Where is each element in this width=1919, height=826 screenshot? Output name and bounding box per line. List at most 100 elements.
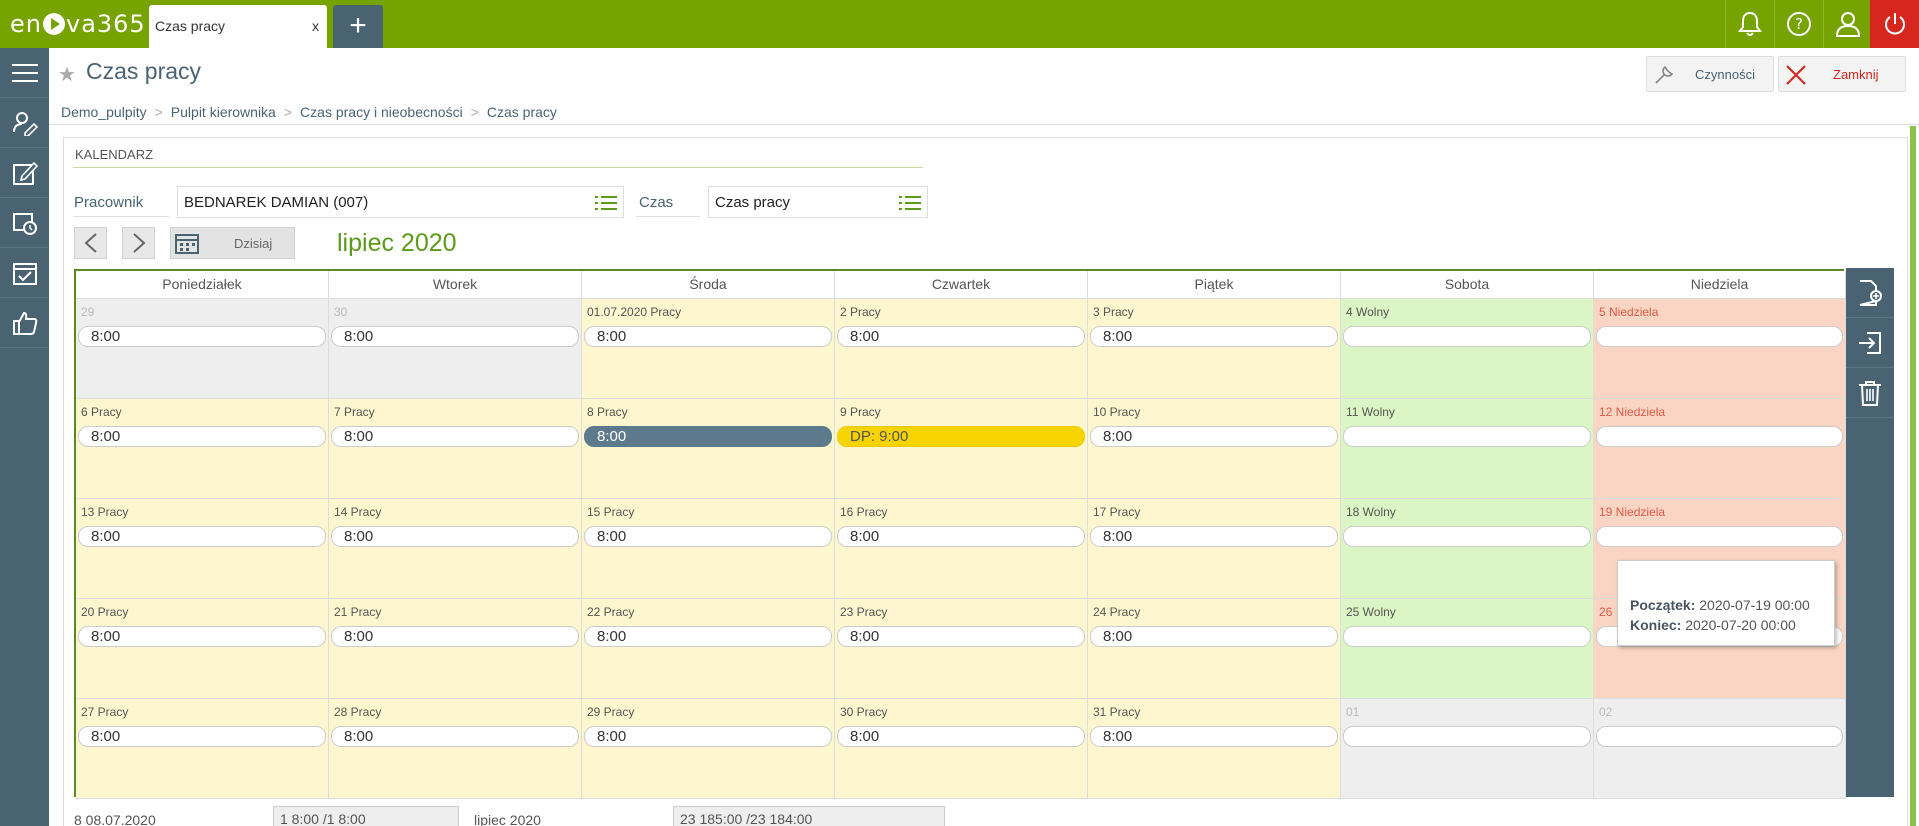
day-hours-pill[interactable]: 8:00 (584, 626, 832, 647)
calendar-day-cell[interactable]: 5 Niedziela (1594, 299, 1846, 399)
day-hours-pill[interactable]: 8:00 (837, 626, 1085, 647)
calendar-day-cell[interactable]: 15 Pracy 8:00 (582, 499, 835, 599)
calendar-check-icon[interactable] (0, 248, 49, 298)
calendar-day-cell[interactable]: 29 Pracy 8:00 (582, 699, 835, 799)
calendar-day-cell[interactable]: 28 Pracy 8:00 (329, 699, 582, 799)
tab-czas-pracy[interactable]: Czas pracy x (149, 5, 327, 48)
add-tab-button[interactable]: + (333, 5, 383, 48)
day-hours-pill[interactable] (1343, 726, 1591, 747)
calendar-day-cell[interactable]: 4 Wolny (1341, 299, 1594, 399)
user-edit-icon[interactable] (0, 98, 49, 148)
actions-button[interactable]: Czynności (1646, 56, 1774, 92)
vertical-scrollbar[interactable] (1910, 126, 1916, 826)
edit-icon[interactable] (0, 148, 49, 198)
calendar-day-cell[interactable]: 10 Pracy 8:00 (1088, 399, 1341, 499)
day-hours-pill[interactable]: 8:00 (1090, 526, 1338, 547)
calendar-day-cell[interactable]: 17 Pracy 8:00 (1088, 499, 1341, 599)
day-hours-pill[interactable] (1596, 326, 1843, 347)
day-hours-pill[interactable]: 8:00 (331, 526, 579, 547)
calendar-day-cell[interactable]: 12 Niedziela (1594, 399, 1846, 499)
menu-icon[interactable] (0, 48, 49, 98)
add-document-icon[interactable] (1846, 268, 1894, 318)
employee-field[interactable]: BEDNAREK DAMIAN (007) (177, 186, 624, 218)
day-hours-pill[interactable] (1343, 326, 1591, 347)
day-hours-pill[interactable]: 8:00 (78, 526, 326, 547)
day-hours-pill[interactable]: 8:00 (584, 526, 832, 547)
calendar-day-cell[interactable]: 2 Pracy 8:00 (835, 299, 1088, 399)
time-type-field[interactable]: Czas pracy (708, 186, 928, 218)
login-icon[interactable] (1846, 318, 1894, 368)
day-hours-pill[interactable]: 8:00 (331, 726, 579, 747)
trash-icon[interactable] (1846, 368, 1894, 418)
day-hours-pill[interactable]: 8:00 (78, 726, 326, 747)
calendar-day-cell[interactable]: 22 Pracy 8:00 (582, 599, 835, 699)
calendar-day-cell[interactable]: 20 Pracy 8:00 (76, 599, 329, 699)
power-icon[interactable] (1870, 0, 1919, 48)
calendar-day-cell[interactable]: 30 Pracy 8:00 (835, 699, 1088, 799)
calendar-day-cell[interactable]: 16 Pracy 8:00 (835, 499, 1088, 599)
day-hours-pill[interactable]: 8:00 (1090, 726, 1338, 747)
breadcrumb-item-czas-pracy-nieobecnosci[interactable]: Czas pracy i nieobecności (300, 104, 463, 120)
breadcrumb-item-czas-pracy[interactable]: Czas pracy (487, 104, 557, 120)
previous-month-button[interactable] (74, 227, 107, 259)
calendar-day-cell[interactable]: 25 Wolny (1341, 599, 1594, 699)
calendar-day-cell[interactable]: 9 Pracy DP: 9:00 (835, 399, 1088, 499)
day-hours-pill[interactable]: 8:00 (331, 626, 579, 647)
day-hours-pill[interactable]: 8:00 (1090, 326, 1338, 347)
day-hours-pill[interactable]: 8:00 (584, 726, 832, 747)
calendar-day-cell[interactable]: 29 8:00 (76, 299, 329, 399)
day-hours-pill[interactable]: 8:00 (78, 326, 326, 347)
bell-icon[interactable] (1725, 0, 1774, 48)
day-hours-pill[interactable]: 8:00 (78, 626, 326, 647)
calendar-day-cell[interactable]: 24 Pracy 8:00 (1088, 599, 1341, 699)
calendar-day-cell[interactable]: 30 8:00 (329, 299, 582, 399)
calendar-day-cell[interactable]: 18 Wolny (1341, 499, 1594, 599)
breadcrumb-item-demo-pulpity[interactable]: Demo_pulpity (61, 104, 147, 120)
day-hours-pill[interactable]: 8:00 (584, 326, 832, 347)
day-hours-pill[interactable]: DP: 9:00 (837, 426, 1085, 447)
calendar-day-cell[interactable]: 13 Pracy 8:00 (76, 499, 329, 599)
thumbs-up-icon[interactable] (0, 298, 49, 348)
star-icon[interactable]: ★ (58, 62, 76, 87)
calendar-day-cell[interactable]: 01 (1341, 699, 1594, 799)
calendar-day-cell[interactable]: 23 Pracy 8:00 (835, 599, 1088, 699)
day-hours-pill[interactable]: 8:00 (78, 426, 326, 447)
calendar-day-cell[interactable]: 6 Pracy 8:00 (76, 399, 329, 499)
day-hours-pill[interactable]: 8:00 (584, 426, 832, 447)
day-hours-pill[interactable]: 8:00 (1090, 626, 1338, 647)
calendar-day-cell[interactable]: 21 Pracy 8:00 (329, 599, 582, 699)
day-hours-pill[interactable] (1596, 526, 1843, 547)
day-hours-pill[interactable]: 8:00 (331, 426, 579, 447)
list-icon[interactable] (899, 194, 921, 216)
day-hours-pill[interactable] (1343, 426, 1591, 447)
breadcrumb: Demo_pulpity > Pulpit kierownika > Czas … (61, 104, 557, 120)
calendar-day-cell[interactable]: 14 Pracy 8:00 (329, 499, 582, 599)
breadcrumb-item-pulpit-kierownika[interactable]: Pulpit kierownika (171, 104, 276, 120)
day-hours-pill[interactable] (1343, 626, 1591, 647)
calendar-day-cell[interactable]: 27 Pracy 8:00 (76, 699, 329, 799)
next-month-button[interactable] (122, 227, 155, 259)
day-label: 29 (81, 305, 95, 319)
user-icon[interactable] (1823, 0, 1872, 48)
calendar-day-cell[interactable]: 31 Pracy 8:00 (1088, 699, 1341, 799)
day-hours-pill[interactable]: 8:00 (837, 726, 1085, 747)
calendar-day-cell[interactable]: 7 Pracy 8:00 (329, 399, 582, 499)
list-icon[interactable] (595, 194, 617, 216)
calendar-day-cell[interactable]: 01.07.2020 Pracy 8:00 (582, 299, 835, 399)
day-hours-pill[interactable]: 8:00 (837, 526, 1085, 547)
calendar-clock-icon[interactable] (0, 198, 49, 248)
calendar-day-cell[interactable]: 3 Pracy 8:00 (1088, 299, 1341, 399)
day-hours-pill[interactable]: 8:00 (1090, 426, 1338, 447)
calendar-day-cell[interactable]: 8 Pracy 8:00 (582, 399, 835, 499)
help-icon[interactable]: ? (1774, 0, 1823, 48)
day-hours-pill[interactable]: 8:00 (331, 326, 579, 347)
close-button[interactable]: Zamknij (1778, 56, 1906, 92)
day-hours-pill[interactable]: 8:00 (837, 326, 1085, 347)
today-button[interactable]: Dzisiaj (170, 227, 295, 259)
calendar-day-cell[interactable]: 11 Wolny (1341, 399, 1594, 499)
day-hours-pill[interactable] (1596, 426, 1843, 447)
day-hours-pill[interactable] (1343, 526, 1591, 547)
day-hours-pill[interactable] (1596, 726, 1843, 747)
calendar-day-cell[interactable]: 02 (1594, 699, 1846, 799)
tab-close-button[interactable]: x (312, 18, 319, 34)
